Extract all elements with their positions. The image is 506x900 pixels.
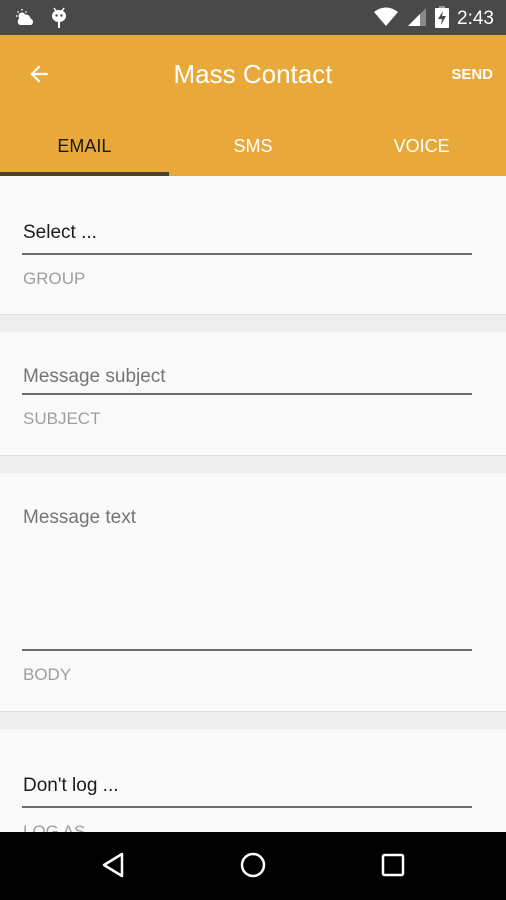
app-bar: Mass Contact SEND EMAIL SMS VOICE bbox=[0, 35, 506, 176]
tab-bar: EMAIL SMS VOICE bbox=[0, 116, 506, 176]
nav-recents-button[interactable] bbox=[376, 850, 410, 884]
body-label: BODY bbox=[23, 665, 72, 684]
tab-email[interactable]: EMAIL bbox=[0, 116, 169, 176]
back-triangle-icon bbox=[100, 851, 126, 883]
clock: 2:43 bbox=[457, 8, 494, 29]
subject-underline bbox=[22, 393, 472, 395]
home-circle-icon bbox=[239, 851, 267, 883]
group-label: GROUP bbox=[23, 269, 86, 288]
log-as-card: Don't log ... LOG AS bbox=[0, 729, 506, 832]
tab-sms[interactable]: SMS bbox=[169, 116, 338, 176]
log-as-underline bbox=[22, 806, 472, 808]
system-nav-bar bbox=[0, 832, 506, 900]
divider bbox=[0, 456, 506, 473]
nav-home-button[interactable] bbox=[236, 850, 270, 884]
group-underline bbox=[22, 253, 472, 255]
body-underline bbox=[22, 649, 472, 651]
divider bbox=[0, 315, 506, 332]
subject-input[interactable]: Message subject bbox=[23, 366, 166, 388]
divider bbox=[0, 712, 506, 729]
status-bar: 2:43 bbox=[0, 0, 506, 35]
tab-voice[interactable]: VOICE bbox=[337, 116, 506, 176]
send-button[interactable]: SEND bbox=[451, 66, 493, 83]
cellular-signal-icon bbox=[407, 7, 427, 31]
recents-square-icon bbox=[380, 852, 406, 882]
weather-partly-cloudy-icon bbox=[14, 8, 38, 32]
subject-card: Message subject SUBJECT bbox=[0, 332, 506, 456]
body-textarea[interactable]: Message text bbox=[23, 507, 136, 529]
group-select[interactable]: Select ... bbox=[23, 222, 97, 244]
log-as-select[interactable]: Don't log ... bbox=[23, 775, 119, 797]
body-card: Message text BODY bbox=[0, 473, 506, 712]
nav-back-button[interactable] bbox=[96, 850, 130, 884]
page-title: Mass Contact bbox=[173, 59, 333, 89]
subject-label: SUBJECT bbox=[23, 409, 101, 428]
battery-charging-icon bbox=[435, 6, 450, 32]
android-debug-icon bbox=[50, 7, 68, 33]
log-as-label: LOG AS bbox=[23, 822, 86, 832]
form-content[interactable]: Select ... GROUP Message subject SUBJECT… bbox=[0, 176, 506, 832]
group-card: Select ... GROUP bbox=[0, 176, 506, 315]
wifi-icon bbox=[373, 7, 399, 31]
